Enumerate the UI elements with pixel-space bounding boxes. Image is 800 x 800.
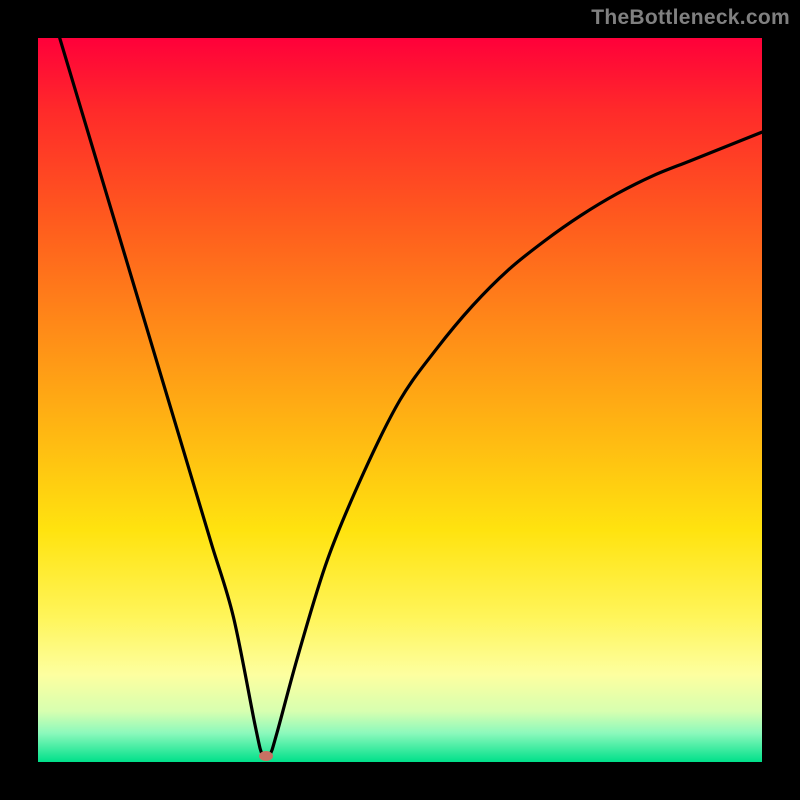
attribution-label: TheBottleneck.com (591, 6, 790, 30)
plot-area (38, 38, 762, 762)
bottleneck-curve (38, 38, 762, 762)
optimum-marker-dot (259, 751, 273, 761)
chart-frame: TheBottleneck.com (0, 0, 800, 800)
